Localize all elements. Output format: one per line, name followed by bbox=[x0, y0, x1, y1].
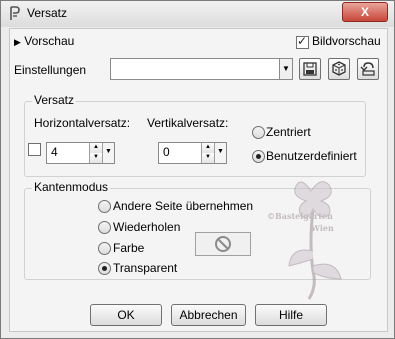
save-preset-button[interactable] bbox=[299, 58, 321, 80]
watermark-line1: ©Bastelgarten bbox=[267, 211, 333, 221]
flower-ornament-icon bbox=[288, 181, 342, 300]
edge-mode-group-title: Kantenmodus bbox=[32, 180, 111, 194]
offset-group-title: Versatz bbox=[32, 93, 77, 107]
dialog-window: Versatz X ▶ Vorschau Bildvorschau Einste… bbox=[0, 0, 395, 339]
random-preset-button[interactable] bbox=[328, 58, 350, 80]
radio-wiederholen[interactable] bbox=[98, 221, 111, 234]
edge-color-swatch[interactable] bbox=[195, 232, 251, 256]
bildvorschau-label: Bildvorschau bbox=[312, 34, 381, 48]
wiederholen-label: Wiederholen bbox=[113, 220, 181, 234]
benutzerdefiniert-label: Benutzerdefiniert bbox=[266, 149, 357, 163]
app-icon bbox=[10, 6, 20, 20]
floppy-disk-icon bbox=[303, 62, 317, 76]
radio-farbe[interactable] bbox=[98, 242, 111, 255]
watermark-line2: Wien bbox=[311, 223, 334, 233]
slider-dropdown-icon[interactable]: ▼ bbox=[102, 143, 114, 163]
preview-toggle[interactable]: ▶ Vorschau bbox=[14, 34, 74, 48]
horizontal-offset-label: Horizontalversatz: bbox=[34, 116, 131, 130]
link-offsets-checkbox[interactable] bbox=[28, 143, 41, 156]
settings-combo[interactable]: ▼ bbox=[110, 58, 293, 80]
help-button[interactable]: Hilfe bbox=[255, 304, 327, 326]
transparent-label: Transparent bbox=[113, 261, 178, 275]
vertical-offset-spinner[interactable]: 0 ▲ ▼ ▼ bbox=[158, 142, 227, 164]
farbe-label: Farbe bbox=[113, 241, 145, 255]
andere-seite-label: Andere Seite übernehmen bbox=[113, 199, 254, 213]
settings-label: Einstellungen bbox=[14, 63, 87, 77]
spin-down-icon[interactable]: ▼ bbox=[202, 153, 214, 163]
reset-arrow-icon bbox=[360, 62, 375, 76]
window-title: Versatz bbox=[27, 6, 68, 20]
vertical-offset-value: 0 bbox=[163, 145, 170, 159]
close-button[interactable]: X bbox=[342, 2, 388, 22]
preview-label: Vorschau bbox=[24, 34, 75, 48]
bildvorschau-checkbox[interactable] bbox=[296, 34, 309, 49]
vertical-offset-label: Vertikalversatz: bbox=[147, 116, 229, 130]
horizontal-offset-spinner[interactable]: 4 ▲ ▼ ▼ bbox=[46, 142, 115, 164]
radio-benutzerdefiniert[interactable] bbox=[252, 150, 265, 163]
title-bar[interactable]: Versatz X bbox=[1, 1, 394, 27]
spin-down-icon[interactable]: ▼ bbox=[90, 153, 102, 163]
slider-dropdown-icon[interactable]: ▼ bbox=[214, 143, 226, 163]
radio-zentriert[interactable] bbox=[252, 126, 265, 139]
ok-button[interactable]: OK bbox=[90, 304, 162, 326]
radio-andere-seite[interactable] bbox=[98, 200, 111, 213]
triangle-right-icon: ▶ bbox=[14, 37, 21, 47]
dice-icon bbox=[332, 61, 346, 76]
spin-buttons: ▲ ▼ bbox=[201, 143, 214, 163]
horizontal-offset-value: 4 bbox=[51, 145, 58, 159]
offset-group bbox=[24, 101, 366, 177]
zentriert-label: Zentriert bbox=[266, 125, 311, 139]
watermark-logo: ©Bastelgarten Wien bbox=[251, 171, 371, 306]
reset-preset-button[interactable] bbox=[357, 58, 379, 80]
no-symbol-icon bbox=[215, 236, 231, 252]
radio-transparent[interactable] bbox=[98, 262, 111, 275]
chevron-down-icon[interactable]: ▼ bbox=[279, 59, 292, 79]
spin-buttons: ▲ ▼ bbox=[89, 143, 102, 163]
cancel-button[interactable]: Abbrechen bbox=[171, 304, 246, 326]
